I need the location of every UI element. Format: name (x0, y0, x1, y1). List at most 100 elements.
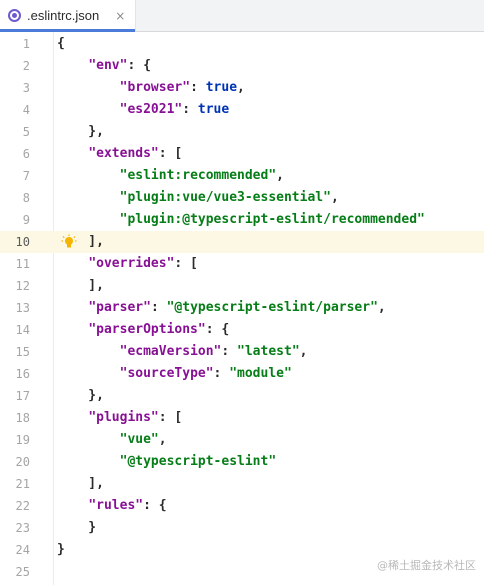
code-token: "latest" (237, 344, 300, 359)
line-number[interactable]: 17 (0, 385, 30, 407)
line-number[interactable]: 21 (0, 473, 30, 495)
editor-tab-bar: .eslintrc.json × (0, 0, 484, 32)
code-text[interactable]: "eslint:recommended", (57, 165, 284, 187)
code-line[interactable]: 21 ], (0, 473, 484, 495)
code-text[interactable]: } (57, 539, 65, 561)
line-number[interactable]: 1 (0, 33, 30, 55)
code-token: : (150, 300, 167, 315)
line-number[interactable]: 18 (0, 407, 30, 429)
code-text[interactable]: "plugin:@typescript-eslint/recommended" (57, 209, 425, 231)
line-number[interactable]: 10 (0, 231, 30, 253)
code-text[interactable]: { (57, 33, 65, 55)
code-token: } (57, 542, 65, 557)
code-token: "plugin:vue/vue3-essential" (119, 190, 331, 205)
code-text[interactable]: "rules": { (57, 495, 166, 517)
code-line[interactable]: 15 "ecmaVersion": "latest", (0, 341, 484, 363)
line-number[interactable]: 9 (0, 209, 30, 231)
line-number[interactable]: 12 (0, 275, 30, 297)
code-token: : { (127, 58, 151, 73)
code-line[interactable]: 16 "sourceType": "module" (0, 363, 484, 385)
line-number[interactable]: 19 (0, 429, 30, 451)
code-line[interactable]: 11 "overrides": [ (0, 253, 484, 275)
code-text[interactable]: "ecmaVersion": "latest", (57, 341, 308, 363)
code-line[interactable]: 5 }, (0, 121, 484, 143)
code-line[interactable]: 8 "plugin:vue/vue3-essential", (0, 187, 484, 209)
code-text[interactable]: "vue", (57, 429, 167, 451)
code-line[interactable]: 20 "@typescript-eslint" (0, 451, 484, 473)
code-text[interactable]: }, (57, 385, 104, 407)
code-text[interactable]: "parserOptions": { (57, 319, 229, 341)
code-line[interactable]: 7 "eslint:recommended", (0, 165, 484, 187)
code-editor[interactable]: 1{2 "env": {3 "browser": true, 4 "es2021"… (0, 32, 484, 585)
line-number[interactable]: 24 (0, 539, 30, 561)
code-text[interactable]: "sourceType": "module" (57, 363, 292, 385)
line-number[interactable]: 20 (0, 451, 30, 473)
code-line[interactable]: 23 } (0, 517, 484, 539)
code-text[interactable]: ], (57, 473, 104, 495)
line-number[interactable]: 15 (0, 341, 30, 363)
code-line[interactable]: 4 "es2021": true (0, 99, 484, 121)
json-file-icon (8, 9, 21, 22)
code-line[interactable]: 9 "plugin:@typescript-eslint/recommended… (0, 209, 484, 231)
line-number[interactable]: 11 (0, 253, 30, 275)
line-number[interactable]: 5 (0, 121, 30, 143)
code-text[interactable]: "extends": [ (57, 143, 182, 165)
code-text[interactable]: "plugin:vue/vue3-essential", (57, 187, 339, 209)
code-token: , (299, 344, 308, 359)
code-token: ], (57, 234, 104, 249)
code-text[interactable]: "@typescript-eslint" (57, 451, 277, 473)
code-token: true (197, 102, 230, 117)
code-text[interactable]: "overrides": [ (57, 253, 198, 275)
code-token: : [ (158, 410, 183, 425)
line-number[interactable]: 3 (0, 77, 30, 99)
code-token: "plugins" (88, 410, 159, 425)
line-number[interactable]: 13 (0, 297, 30, 319)
code-line[interactable]: 18 "plugins": [ (0, 407, 484, 429)
line-number[interactable]: 22 (0, 495, 30, 517)
code-text[interactable]: ], (57, 231, 104, 253)
code-text[interactable]: "plugins": [ (57, 407, 182, 429)
code-text[interactable]: ], (57, 275, 104, 297)
code-token: : (182, 102, 198, 117)
code-line[interactable]: 14 "parserOptions": { (0, 319, 484, 341)
code-line[interactable]: 12 ], (0, 275, 484, 297)
code-text[interactable]: "es2021": true (57, 99, 230, 121)
code-text[interactable]: }, (57, 121, 104, 143)
line-number[interactable]: 8 (0, 187, 30, 209)
line-number[interactable]: 6 (0, 143, 30, 165)
code-line[interactable]: 19 "vue", (0, 429, 484, 451)
code-line[interactable]: 1{ (0, 33, 484, 55)
line-number[interactable]: 23 (0, 517, 30, 539)
code-token: }, (57, 388, 104, 403)
code-token: "parserOptions" (88, 322, 206, 337)
code-line[interactable]: 10 ], (0, 231, 484, 253)
line-number[interactable]: 25 (0, 561, 30, 583)
line-number[interactable]: 7 (0, 165, 30, 187)
line-number[interactable]: 4 (0, 99, 30, 121)
code-token: "browser" (119, 80, 191, 95)
code-text[interactable]: } (57, 517, 96, 539)
code-line[interactable]: 22 "rules": { (0, 495, 484, 517)
code-token: "env" (88, 58, 128, 73)
code-text[interactable]: "browser": true, (57, 77, 245, 99)
code-line[interactable]: 17 }, (0, 385, 484, 407)
code-text[interactable]: "parser": "@typescript-eslint/parser", (57, 297, 385, 319)
tab-eslintrc-json[interactable]: .eslintrc.json × (0, 0, 136, 32)
close-icon[interactable]: × (115, 9, 125, 23)
code-token: "ecmaVersion" (119, 344, 222, 359)
code-line[interactable]: 3 "browser": true, (0, 77, 484, 99)
code-text[interactable]: "env": { (57, 55, 151, 77)
code-token: , (330, 190, 339, 205)
code-token: "@typescript-eslint/parser" (166, 300, 378, 315)
line-number[interactable]: 14 (0, 319, 30, 341)
code-line[interactable]: 13 "parser": "@typescript-eslint/parser"… (0, 297, 484, 319)
line-number[interactable]: 16 (0, 363, 30, 385)
code-line[interactable]: 6 "extends": [ (0, 143, 484, 165)
line-number[interactable]: 2 (0, 55, 30, 77)
code-line[interactable]: 2 "env": { (0, 55, 484, 77)
